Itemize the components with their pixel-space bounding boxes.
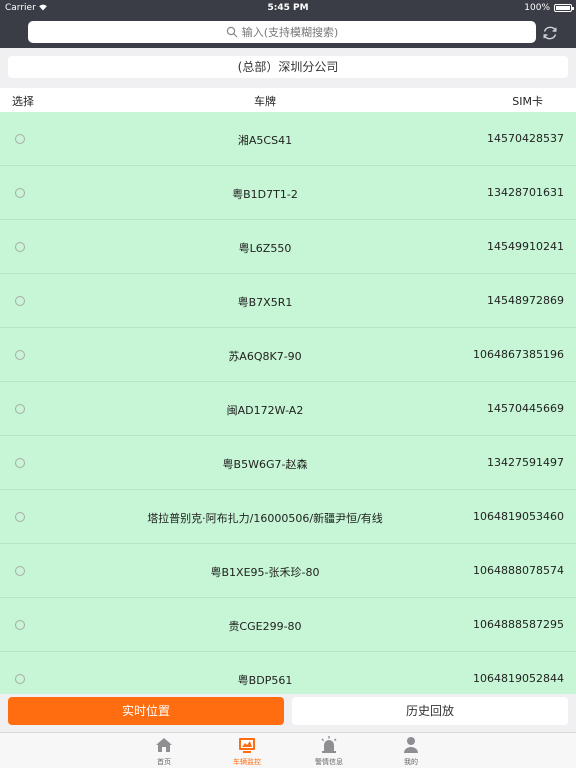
header-plate: 车牌 [254,95,276,108]
action-bar: 实时位置 历史回放 [0,694,576,732]
row-sim: 1064819053460 [473,510,564,523]
battery-percent: 100% [524,3,550,13]
refresh-icon[interactable] [541,24,559,42]
row-sim: 13427591497 [487,456,564,469]
row-sim: 1064888587295 [473,618,564,631]
tab-alarm-info[interactable]: 警情信息 [294,735,364,768]
person-icon [404,737,418,753]
status-bar: Carrier 5:45 PM 100% [0,0,576,16]
row-plate: 粤L6Z550 [238,242,292,255]
row-plate: 粤B1D7T1-2 [232,188,298,201]
row-sim: 14549910241 [487,240,564,253]
history-playback-button[interactable]: 历史回放 [292,697,568,725]
row-sim: 14548972869 [487,294,564,307]
row-plate: 贵CGE299-80 [228,620,302,633]
row-sim: 1064888078574 [473,564,564,577]
monitor-icon [239,738,255,753]
table-row[interactable]: 贵CGE299-80 1064888587295 [0,598,576,652]
row-sim: 1064867385196 [473,348,564,361]
realtime-location-button[interactable]: 实时位置 [8,697,284,725]
company-selector-button[interactable]: (总部）深圳分公司 [8,56,568,78]
status-time: 5:45 PM [267,3,309,13]
alarm-icon [321,736,337,753]
table-row[interactable]: 闽AD172W-A2 14570445669 [0,382,576,436]
search-bar: 输入(支持模糊搜索) [0,16,576,48]
row-sim: 14570428537 [487,132,564,145]
table-row[interactable]: 粤B5W6G7-赵森 13427591497 [0,436,576,490]
row-sim: 13428701631 [487,186,564,199]
header-sim: SIM卡 [512,95,543,108]
row-plate: 粤BDP561 [237,674,293,687]
home-icon [156,738,172,752]
search-icon [226,26,238,38]
row-sim: 1064819052844 [473,672,564,685]
tab-vehicle-monitor[interactable]: 车辆监控 [212,735,282,768]
table-header: 选择 车牌 SIM卡 [0,88,576,112]
row-plate: 湘A5CS41 [237,134,293,147]
table-row[interactable]: 粤B1D7T1-2 13428701631 [0,166,576,220]
tab-bar: 首页 车辆监控 警情信息 我的 [0,732,576,768]
tab-alarm-label: 警情信息 [315,758,343,766]
battery-icon [554,4,574,12]
company-selector-area: (总部）深圳分公司 [0,48,576,88]
row-plate: 闽AD172W-A2 [226,404,304,417]
table-row[interactable]: 粤B7X5R1 14548972869 [0,274,576,328]
table-row[interactable]: 湘A5CS41 14570428537 [0,112,576,166]
tab-home-label: 首页 [157,758,171,766]
tab-home[interactable]: 首页 [129,735,199,768]
table-row[interactable]: 苏A6Q8K7-90 1064867385196 [0,328,576,382]
table-row[interactable]: 粤BDP561 1064819052844 [0,652,576,694]
tab-mine-label: 我的 [404,758,418,766]
tab-monitor-label: 车辆监控 [233,758,261,766]
search-placeholder: 输入(支持模糊搜索) [241,26,339,39]
search-input[interactable]: 输入(支持模糊搜索) [28,21,536,43]
table-row[interactable]: 塔拉普别克·阿布扎力/16000506/新疆尹恒/有线 1064819053460 [0,490,576,544]
vehicle-list[interactable]: 湘A5CS41 14570428537 粤B1D7T1-2 13428701631 粤L… [0,112,576,694]
table-row[interactable]: 粤B1XE95-张禾珍-80 1064888078574 [0,544,576,598]
row-plate: 粤B1XE95-张禾珍-80 [210,566,320,579]
row-sim: 14570445669 [487,402,564,415]
table-row[interactable]: 粤L6Z550 14549910241 [0,220,576,274]
row-plate: 粤B5W6G7-赵森 [222,458,308,471]
row-plate: 苏A6Q8K7-90 [228,350,302,363]
row-plate: 粤B7X5R1 [237,296,293,309]
tab-mine[interactable]: 我的 [376,735,446,768]
row-plate: 塔拉普别克·阿布扎力/16000506/新疆尹恒/有线 [147,512,383,525]
